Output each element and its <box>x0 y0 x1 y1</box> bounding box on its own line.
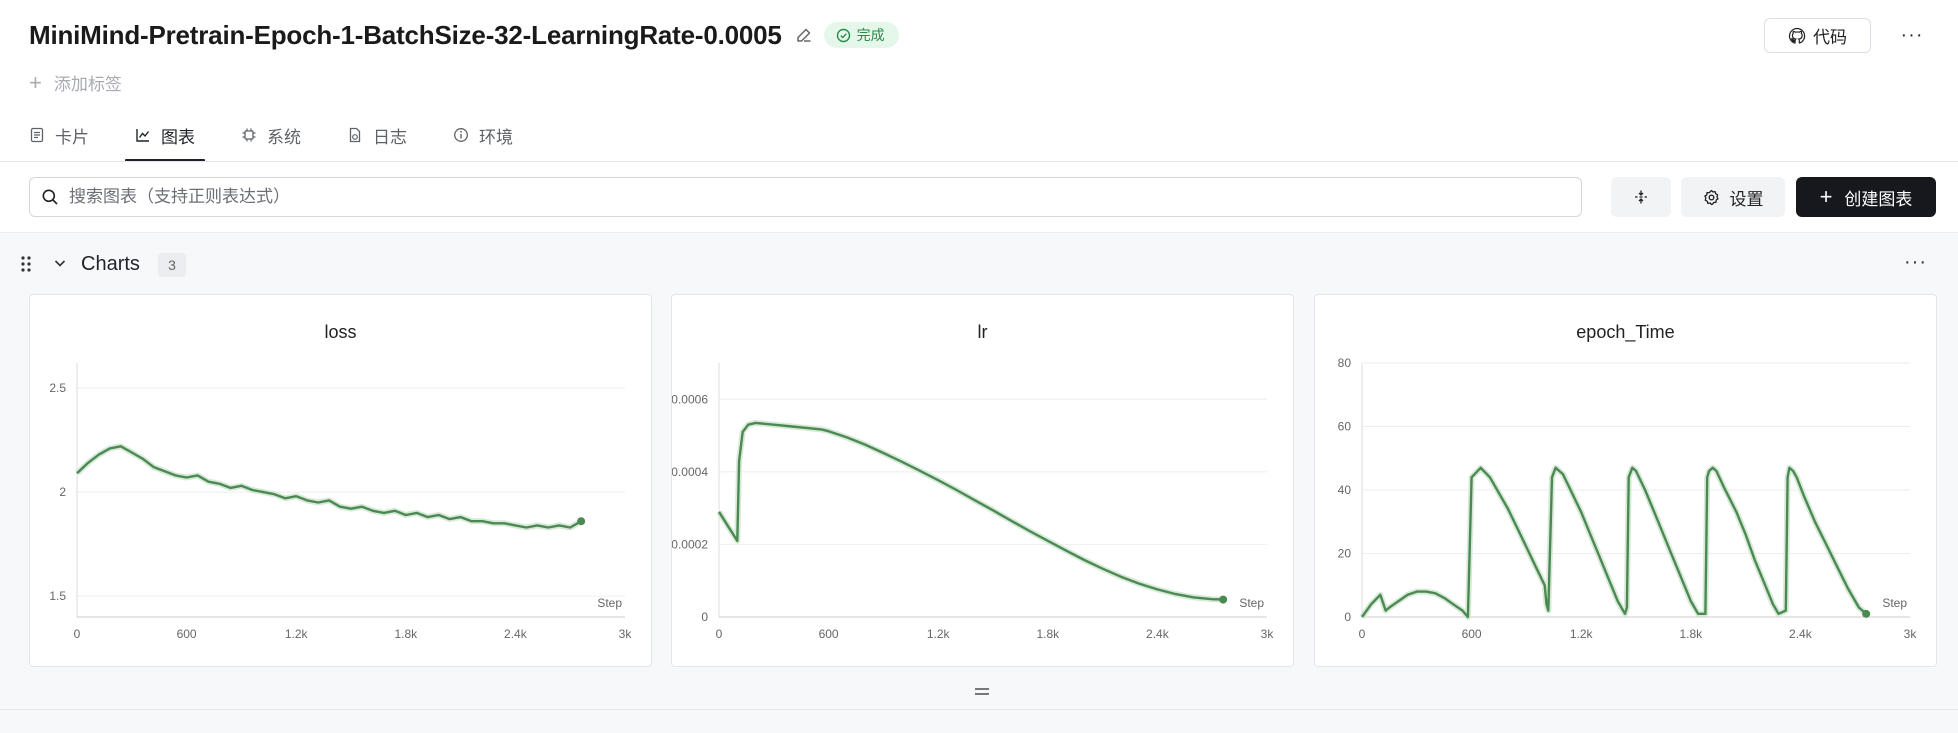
series-line <box>717 421 1224 601</box>
drag-handle-icon[interactable] <box>18 254 34 274</box>
add-tag-button[interactable]: + 添加标签 <box>29 70 122 95</box>
add-tag-label: 添加标签 <box>53 75 122 94</box>
x-tick-label: 2.4k <box>504 627 528 641</box>
tab-cards[interactable]: 卡片 <box>29 110 89 160</box>
series-end-point <box>1219 595 1228 604</box>
chart-svg: 0 20 40 60 80 0 600 1.2k 1.8k 2.4k 3k Step <box>1338 356 1918 641</box>
chart-card-loss[interactable]: loss 1.5 2 2.5 0 600 1.2k 1.8k 2.4k 3k Step <box>29 294 652 667</box>
y-tick-label: 40 <box>1338 483 1352 497</box>
tab-label: 系统 <box>267 127 301 147</box>
chart-count-badge: 3 <box>158 253 186 277</box>
create-chart-label: 创建图表 <box>1844 189 1913 209</box>
more-options-icon[interactable]: ··· <box>1896 18 1928 53</box>
code-button-label: 代码 <box>1813 28 1847 47</box>
search-icon <box>42 189 58 205</box>
chart-group-header: Charts 3 ··· <box>0 251 1958 281</box>
series-line <box>76 445 582 529</box>
y-tick-label: 0.0004 <box>672 465 708 479</box>
chart-svg: 1.5 2 2.5 0 600 1.2k 1.8k 2.4k 3k Step <box>49 363 633 641</box>
y-tick-label: 1.5 <box>49 589 66 603</box>
chip-icon <box>242 128 256 142</box>
tab-environment[interactable]: 环境 <box>453 110 513 160</box>
x-axis-label: Step <box>1882 596 1907 610</box>
tab-logs[interactable]: 日志 <box>347 110 407 160</box>
x-tick-label: 600 <box>1462 627 1482 641</box>
x-tick-label: 600 <box>177 627 197 641</box>
x-tick-label: 3k <box>1904 627 1918 641</box>
series-raw-line <box>74 443 583 531</box>
x-tick-label: 1.2k <box>927 627 951 641</box>
y-tick-label: 2 <box>59 485 66 499</box>
run-header: MiniMind-Pretrain-Epoch-1-BatchSize-32-L… <box>29 20 899 50</box>
github-icon <box>1788 27 1806 44</box>
group-more-icon[interactable]: ··· <box>1904 251 1927 274</box>
line-chart-icon <box>136 129 150 142</box>
y-tick-label: 2.5 <box>49 381 66 395</box>
info-icon <box>454 128 468 142</box>
x-tick-label: 1.2k <box>1570 627 1594 641</box>
y-tick-label: 60 <box>1338 420 1352 434</box>
y-tick-label: 80 <box>1338 356 1352 370</box>
status-badge: 完成 <box>823 22 899 48</box>
x-tick-label: 2.4k <box>1789 627 1813 641</box>
check-circle-icon <box>836 28 850 42</box>
tab-bar: 卡片 图表 系统 日志 环境 <box>29 110 559 162</box>
collapse-icon <box>1635 190 1647 204</box>
x-tick-label: 1.8k <box>1679 627 1703 641</box>
log-icon <box>349 127 361 143</box>
card-icon <box>30 127 44 143</box>
chart-group-title: Charts <box>81 253 140 275</box>
chevron-down-icon[interactable] <box>52 255 68 276</box>
tab-system[interactable]: 系统 <box>241 110 301 160</box>
settings-label: 设置 <box>1729 189 1764 209</box>
x-tick-label: 1.8k <box>394 627 418 641</box>
x-tick-label: 3k <box>619 627 633 641</box>
chart-card-epoch-time[interactable]: epoch_Time 0 20 40 60 80 0 600 1.2k 1.8k 2.4k 3k St… <box>1314 294 1937 667</box>
x-tick-label: 1.8k <box>1036 627 1060 641</box>
x-axis-label: Step <box>1239 596 1264 610</box>
tab-label: 图表 <box>161 127 195 147</box>
series-end-point <box>577 517 586 526</box>
x-tick-label: 0 <box>1359 627 1366 641</box>
x-axis-label: Step <box>597 596 622 610</box>
chart-card-lr[interactable]: lr 0 0.0002 0.0004 0.0006 0 600 1.2k 1.8k 2.4k 3k… <box>671 294 1294 667</box>
collapse-all-button[interactable] <box>1611 177 1671 217</box>
y-tick-label: 0.0002 <box>672 537 708 551</box>
tabs-divider <box>0 161 1958 162</box>
y-tick-label: 0 <box>701 610 708 624</box>
y-tick-label: 20 <box>1338 547 1352 561</box>
tab-label: 环境 <box>479 127 513 147</box>
status-label: 完成 <box>856 27 885 43</box>
resize-handle-icon[interactable] <box>970 681 994 701</box>
chart-svg: 0 0.0002 0.0004 0.0006 0 600 1.2k 1.8k 2.4k 3k Ste… <box>672 363 1275 641</box>
charts-section: Charts 3 ··· loss 1.5 2 2.5 0 600 1.2k 1.8k 2.4… <box>0 232 1958 733</box>
plus-icon: + <box>29 69 42 95</box>
tab-charts[interactable]: 图表 <box>125 110 205 162</box>
chart-search-input[interactable] <box>69 187 1469 207</box>
plus-icon: + <box>1819 184 1833 209</box>
settings-button[interactable]: 设置 <box>1681 177 1785 217</box>
y-tick-label: 0 <box>1344 610 1351 624</box>
code-button[interactable]: 代码 <box>1764 18 1871 53</box>
series-raw-line <box>716 419 1224 603</box>
gear-icon <box>1703 189 1719 205</box>
create-chart-button[interactable]: + 创建图表 <box>1796 177 1936 217</box>
x-tick-label: 600 <box>819 627 839 641</box>
edit-icon[interactable] <box>794 25 814 45</box>
x-tick-label: 0 <box>716 627 723 641</box>
y-tick-label: 0.0006 <box>672 392 708 406</box>
x-tick-label: 2.4k <box>1146 627 1170 641</box>
section-divider <box>0 709 1958 710</box>
series-end-point <box>1862 609 1871 618</box>
x-tick-label: 1.2k <box>285 627 309 641</box>
page-title: MiniMind-Pretrain-Epoch-1-BatchSize-32-L… <box>29 19 782 50</box>
tab-label: 日志 <box>373 127 407 147</box>
x-tick-label: 0 <box>74 627 81 641</box>
x-tick-label: 3k <box>1261 627 1275 641</box>
chart-search-box[interactable] <box>29 177 1582 217</box>
tab-label: 卡片 <box>55 127 89 147</box>
